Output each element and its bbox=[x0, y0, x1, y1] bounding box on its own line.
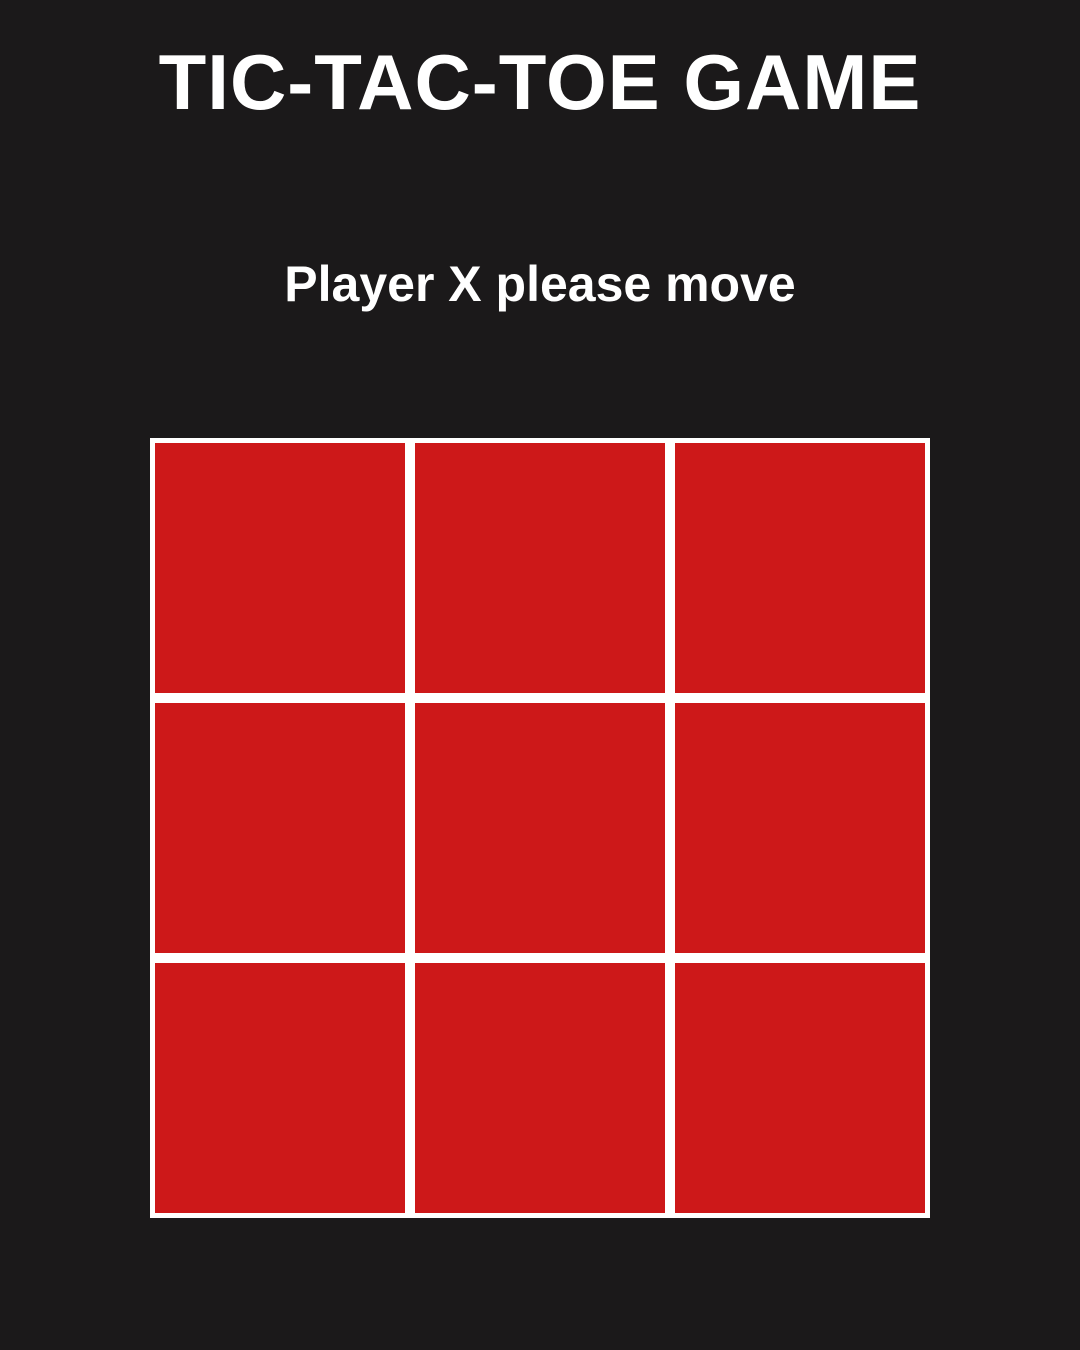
board-cell-6[interactable] bbox=[675, 703, 925, 953]
board-cell-1[interactable] bbox=[155, 443, 405, 693]
board-cell-3[interactable] bbox=[675, 443, 925, 693]
page-title: TIC-TAC-TOE GAME bbox=[158, 38, 922, 126]
turn-status: Player X please move bbox=[284, 256, 796, 312]
board-cell-7[interactable] bbox=[155, 963, 405, 1213]
game-page: TIC-TAC-TOE GAME Player X please move bbox=[0, 0, 1080, 1350]
board-cell-2[interactable] bbox=[415, 443, 665, 693]
board-cell-5[interactable] bbox=[415, 703, 665, 953]
board-cell-8[interactable] bbox=[415, 963, 665, 1213]
board-cell-4[interactable] bbox=[155, 703, 405, 953]
game-board bbox=[150, 438, 930, 1218]
board-cell-9[interactable] bbox=[675, 963, 925, 1213]
